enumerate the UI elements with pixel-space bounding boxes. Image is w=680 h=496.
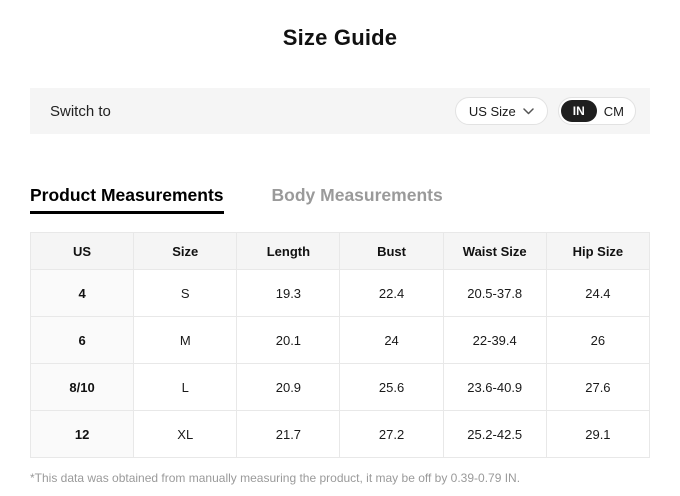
table-cell-length: 21.7 <box>237 411 340 458</box>
table-row: 8/10 L 20.9 25.6 23.6-40.9 27.6 <box>31 364 650 411</box>
column-header-size: Size <box>134 233 237 270</box>
table-cell-hip: 26 <box>546 317 649 364</box>
table-cell-length: 20.1 <box>237 317 340 364</box>
size-standard-dropdown[interactable]: US Size <box>455 97 548 125</box>
table-cell-size: M <box>134 317 237 364</box>
table-cell-bust: 22.4 <box>340 270 443 317</box>
table-row: 12 XL 21.7 27.2 25.2-42.5 29.1 <box>31 411 650 458</box>
table-cell-bust: 27.2 <box>340 411 443 458</box>
table-cell-size: L <box>134 364 237 411</box>
unit-switch-bar: Switch to US Size IN CM <box>30 88 650 134</box>
measurements-table: US Size Length Bust Waist Size Hip Size … <box>30 232 650 458</box>
table-cell-waist: 25.2-42.5 <box>443 411 546 458</box>
column-header-length: Length <box>237 233 340 270</box>
column-header-waist: Waist Size <box>443 233 546 270</box>
measurement-tabs: Product Measurements Body Measurements <box>30 134 650 214</box>
switch-to-label: Switch to <box>50 103 111 120</box>
table-cell-us: 12 <box>31 411 134 458</box>
column-header-bust: Bust <box>340 233 443 270</box>
table-cell-hip: 29.1 <box>546 411 649 458</box>
column-header-us: US <box>31 233 134 270</box>
table-header-row: US Size Length Bust Waist Size Hip Size <box>31 233 650 270</box>
table-cell-waist: 22-39.4 <box>443 317 546 364</box>
table-cell-bust: 25.6 <box>340 364 443 411</box>
table-cell-us: 4 <box>31 270 134 317</box>
switch-controls: US Size IN CM <box>455 97 636 125</box>
table-cell-waist: 23.6-40.9 <box>443 364 546 411</box>
unit-option-in[interactable]: IN <box>561 100 597 122</box>
table-cell-hip: 27.6 <box>546 364 649 411</box>
table-cell-size: XL <box>134 411 237 458</box>
table-row: 6 M 20.1 24 22-39.4 26 <box>31 317 650 364</box>
unit-toggle[interactable]: IN CM <box>558 97 636 125</box>
size-standard-value: US Size <box>469 104 516 119</box>
table-row: 4 S 19.3 22.4 20.5-37.8 24.4 <box>31 270 650 317</box>
unit-option-cm[interactable]: CM <box>597 104 633 119</box>
table-cell-bust: 24 <box>340 317 443 364</box>
table-cell-hip: 24.4 <box>546 270 649 317</box>
column-header-hip: Hip Size <box>546 233 649 270</box>
table-cell-us: 6 <box>31 317 134 364</box>
size-guide-panel: Size Guide Switch to US Size IN CM Produ… <box>0 0 680 496</box>
table-cell-waist: 20.5-37.8 <box>443 270 546 317</box>
table-cell-size: S <box>134 270 237 317</box>
table-cell-length: 20.9 <box>237 364 340 411</box>
tab-body-measurements[interactable]: Body Measurements <box>272 185 443 214</box>
tab-product-measurements[interactable]: Product Measurements <box>30 185 224 214</box>
table-cell-length: 19.3 <box>237 270 340 317</box>
table-cell-us: 8/10 <box>31 364 134 411</box>
chevron-down-icon <box>523 108 534 115</box>
page-title: Size Guide <box>0 0 680 51</box>
measurement-disclaimer: *This data was obtained from manually me… <box>30 471 650 485</box>
